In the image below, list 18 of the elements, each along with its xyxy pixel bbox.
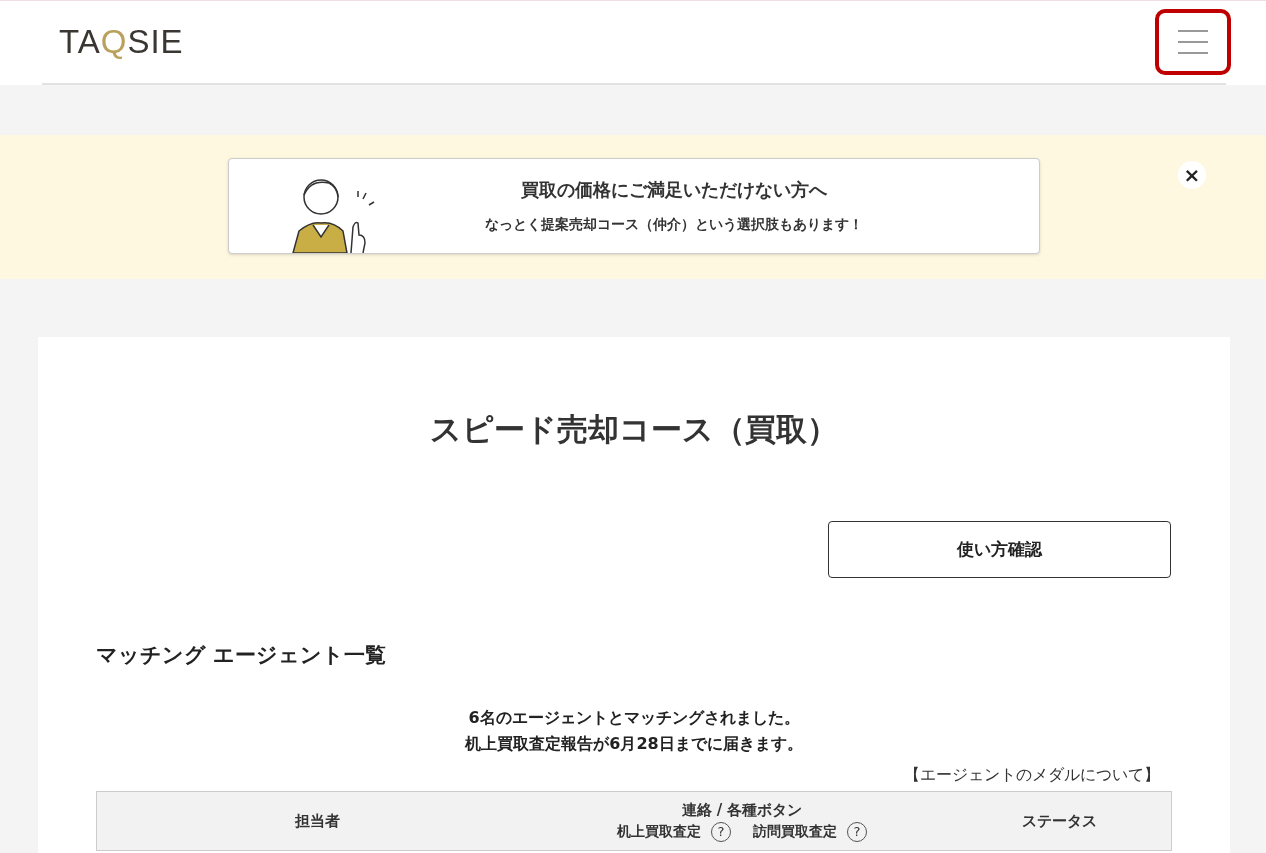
menu-button[interactable] <box>1155 9 1231 75</box>
promo-title: 買取の価格にご満足いただけない方へ <box>521 178 827 202</box>
guide-button[interactable]: 使い方確認 <box>828 521 1171 578</box>
taqsie-logo[interactable]: TAQSIE <box>59 23 184 61</box>
medal-info-link[interactable]: 【エージェントのメダルについて】 <box>904 765 1160 785</box>
promo-subtitle: なっとく提案売却コース（仲介）という選択肢もあります！ <box>485 216 863 234</box>
close-button[interactable]: × <box>1178 161 1206 189</box>
page-title: スピード売却コース（買取） <box>429 410 839 449</box>
section-heading: マッチング エージェント一覧 <box>96 642 388 669</box>
promo-card[interactable]: 買取の価格にご満足いただけない方へ なっとく提案売却コース（仲介）という選択肢もあります！ <box>228 158 1040 254</box>
matching-message: 6名のエージェントとマッチングされました。 <box>468 707 800 729</box>
column-header: 連絡 / 各種ボタン <box>680 800 804 820</box>
matching-message: 机上買取査定報告が6月28日までに届きます。 <box>465 733 803 755</box>
column-subheader: 訪問買取査定 <box>753 822 837 841</box>
column-header: ステータス <box>1021 811 1097 830</box>
column-subheader: 机上買取査定 <box>617 822 701 841</box>
menu-icon <box>1178 29 1208 55</box>
column-header: 担当者 <box>294 811 340 830</box>
